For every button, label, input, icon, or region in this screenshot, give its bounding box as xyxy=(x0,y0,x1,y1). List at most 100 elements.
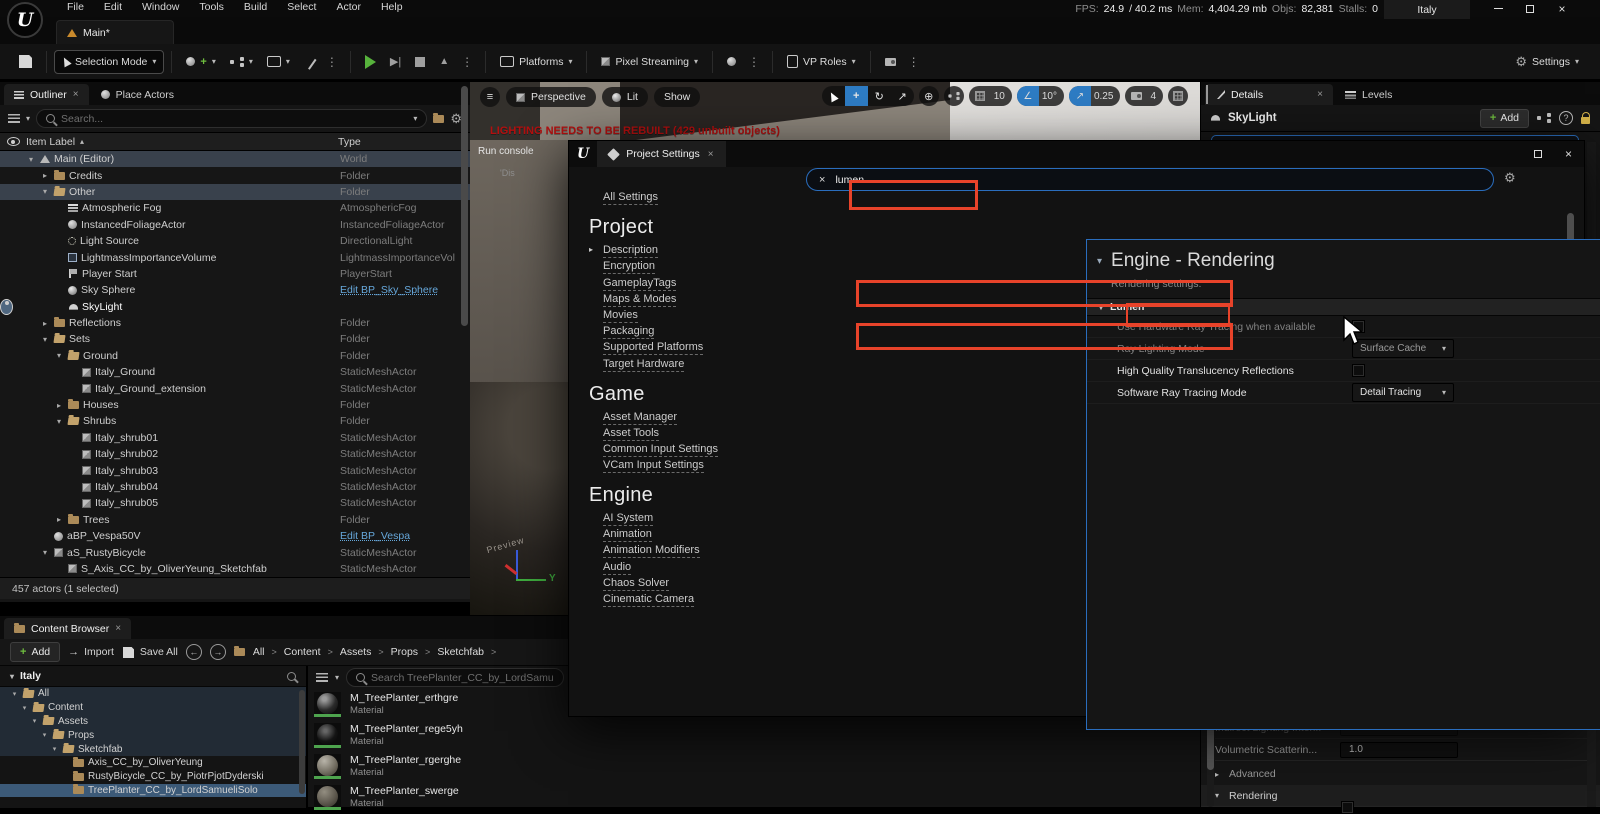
sidebar-entry[interactable]: ▸ Description xyxy=(589,244,801,256)
sidebar-entry[interactable]: All Settings xyxy=(589,191,801,203)
sidebar-entry[interactable]: AI System xyxy=(589,512,801,524)
sidebar-entry[interactable]: Asset Tools xyxy=(589,427,801,439)
sidebar-entry[interactable]: Game xyxy=(589,383,801,406)
search-icon[interactable] xyxy=(287,672,296,681)
toolbar-overflow-menu[interactable]: ⋮ xyxy=(321,55,343,69)
outliner-row[interactable]: ▾ Other Folder xyxy=(0,184,470,200)
window-close-button[interactable]: × xyxy=(1554,2,1570,15)
new-folder-icon[interactable] xyxy=(433,115,444,123)
sidebar-entry[interactable]: Movies xyxy=(589,309,801,321)
folder-tree-row[interactable]: ▾ Sketchfab xyxy=(0,742,306,756)
project-settings-title-bar[interactable]: U Project Settings × × xyxy=(569,141,1584,167)
window-minimize-button[interactable] xyxy=(1490,2,1506,15)
breadcrumb-item[interactable]: Content xyxy=(284,646,321,658)
breadcrumb-item[interactable]: Assets xyxy=(340,646,372,658)
outliner-row[interactable]: ▾ Shrubs Folder xyxy=(0,413,470,429)
visibility-column-icon[interactable] xyxy=(7,137,20,146)
column-type[interactable]: Type xyxy=(338,136,361,148)
project-settings-tab[interactable]: Project Settings × xyxy=(597,141,725,167)
close-icon[interactable]: × xyxy=(708,149,714,160)
clear-search-icon[interactable]: × xyxy=(819,174,825,186)
folder-tree-row[interactable]: ▾ Props xyxy=(0,728,306,742)
local-space-toggle[interactable] xyxy=(944,86,964,106)
menu-item[interactable]: Build xyxy=(235,0,276,17)
sidebar-entry[interactable]: Project xyxy=(589,216,801,239)
add-component-button[interactable]: +Add xyxy=(1480,109,1529,128)
tab-place-actors[interactable]: Place Actors xyxy=(91,84,184,105)
expander-icon[interactable]: ▾ xyxy=(50,745,59,753)
sidebar-entry[interactable]: Encryption xyxy=(589,260,801,272)
expander-icon[interactable]: ▾ xyxy=(26,155,36,164)
window-maximize-button[interactable] xyxy=(1534,150,1542,158)
expander-icon[interactable]: ▾ xyxy=(40,187,50,196)
blueprints-button[interactable]: ▾ xyxy=(223,53,260,71)
blueprint-icon[interactable] xyxy=(1537,113,1551,123)
outliner-search-input[interactable]: Search... ▾ xyxy=(36,109,427,128)
close-icon[interactable]: × xyxy=(115,623,121,634)
expander-icon[interactable]: ▾ xyxy=(10,690,19,698)
chevron-down-icon[interactable]: ▾ xyxy=(26,114,30,123)
sidebar-entry[interactable]: Packaging xyxy=(589,325,801,337)
save-button[interactable] xyxy=(12,51,39,72)
sidebar-entry[interactable]: Engine xyxy=(589,484,801,507)
menu-item[interactable]: Actor xyxy=(327,0,370,17)
eject-button[interactable]: ▲ xyxy=(432,52,456,71)
add-actor-button[interactable]: +▾ xyxy=(179,52,222,72)
expander-icon[interactable]: ▸ xyxy=(54,401,64,410)
forward-button[interactable]: → xyxy=(210,644,226,660)
sidebar-entry[interactable]: Common Input Settings xyxy=(589,443,801,455)
import-button[interactable]: →Import xyxy=(68,646,114,658)
scale-tool-button[interactable]: ↗ xyxy=(891,86,914,106)
outliner-row[interactable]: aBP_Vespa50V Edit BP_Vespa xyxy=(0,528,470,544)
outliner-row[interactable]: ▾ Ground Folder xyxy=(0,348,470,364)
sidebar-entry[interactable]: VCam Input Settings xyxy=(589,459,801,471)
rendering-category-row[interactable]: ▾ Rendering xyxy=(1201,785,1600,807)
expander-icon[interactable]: ▸ xyxy=(40,319,50,328)
menu-item[interactable]: Tools xyxy=(190,0,233,17)
save-all-button[interactable]: Save All xyxy=(122,646,178,659)
stop-button[interactable] xyxy=(408,53,432,71)
back-button[interactable]: ← xyxy=(186,644,202,660)
perspective-dropdown[interactable]: Perspective xyxy=(506,87,596,107)
menu-item[interactable]: Edit xyxy=(95,0,131,17)
tab-details[interactable]: Details × xyxy=(1205,84,1333,105)
outliner-row[interactable]: Italy_Ground StaticMeshActor xyxy=(0,364,470,380)
platforms-dropdown[interactable]: Platforms▾ xyxy=(493,52,579,72)
camera-options-menu[interactable]: ⋮ xyxy=(903,55,925,69)
sidebar-entry[interactable]: Animation Modifiers xyxy=(589,544,801,556)
section-header[interactable]: ▾ Engine - Rendering xyxy=(1087,240,1600,272)
expander-icon[interactable]: ▸ xyxy=(54,515,64,524)
expander-icon[interactable]: ▸ xyxy=(40,171,50,180)
outliner-row[interactable]: Atmospheric Fog AtmosphericFog xyxy=(0,200,470,216)
folder-tree-row[interactable]: ▾ Assets xyxy=(0,715,306,729)
outliner-row[interactable]: Player Start PlayerStart xyxy=(0,266,470,282)
outliner-row[interactable]: Italy_Ground_extension StaticMeshActor xyxy=(0,380,470,396)
settings-dropdown[interactable]: ⚙Settings▾ xyxy=(1508,51,1586,72)
folder-tree-row[interactable]: ▾ All xyxy=(0,687,306,701)
virtual-camera-button[interactable] xyxy=(878,54,903,70)
pixel-streaming-dropdown[interactable]: Pixel Streaming▾ xyxy=(594,52,705,72)
vp-roles-dropdown[interactable]: VP Roles▾ xyxy=(780,51,863,72)
lock-icon[interactable] xyxy=(1581,117,1590,124)
lit-dropdown[interactable]: Lit xyxy=(602,87,648,107)
outliner-row[interactable]: Italy_shrub04 StaticMeshActor xyxy=(0,479,470,495)
column-item-label[interactable]: Item Label▴ xyxy=(26,136,338,148)
expander-icon[interactable]: ▾ xyxy=(40,335,50,344)
asset-search-input[interactable]: Search TreePlanter_CC_by_LordSamueliS xyxy=(346,668,564,687)
folder-tree-header[interactable]: ▾ Italy xyxy=(0,666,306,687)
window-maximize-button[interactable] xyxy=(1522,2,1538,15)
outliner-row[interactable]: ▾ Sets Folder xyxy=(0,331,470,347)
world-space-toggle[interactable]: ⊕ xyxy=(919,86,939,106)
sidebar-entry[interactable]: Animation xyxy=(589,528,801,540)
asset-item[interactable]: M_TreePlanter_swerge Material xyxy=(308,782,1200,813)
expander-icon[interactable]: ▾ xyxy=(30,717,39,725)
expander-icon[interactable]: ▾ xyxy=(40,548,50,557)
grid-snap-control[interactable]: 10 xyxy=(969,86,1012,106)
window-close-button[interactable]: × xyxy=(1565,147,1572,161)
high-quality-translucency-checkbox[interactable] xyxy=(1352,364,1365,377)
outliner-row[interactable]: S_Axis_CC_by_OliverYeung_Sketchfab Stati… xyxy=(0,561,470,577)
level-tab-main[interactable]: Main* xyxy=(56,20,174,44)
folder-tree-scrollbar[interactable] xyxy=(299,690,305,794)
viewport-maximize-button[interactable] xyxy=(1168,86,1188,106)
property-value-field[interactable]: 1.0 xyxy=(1340,742,1458,758)
